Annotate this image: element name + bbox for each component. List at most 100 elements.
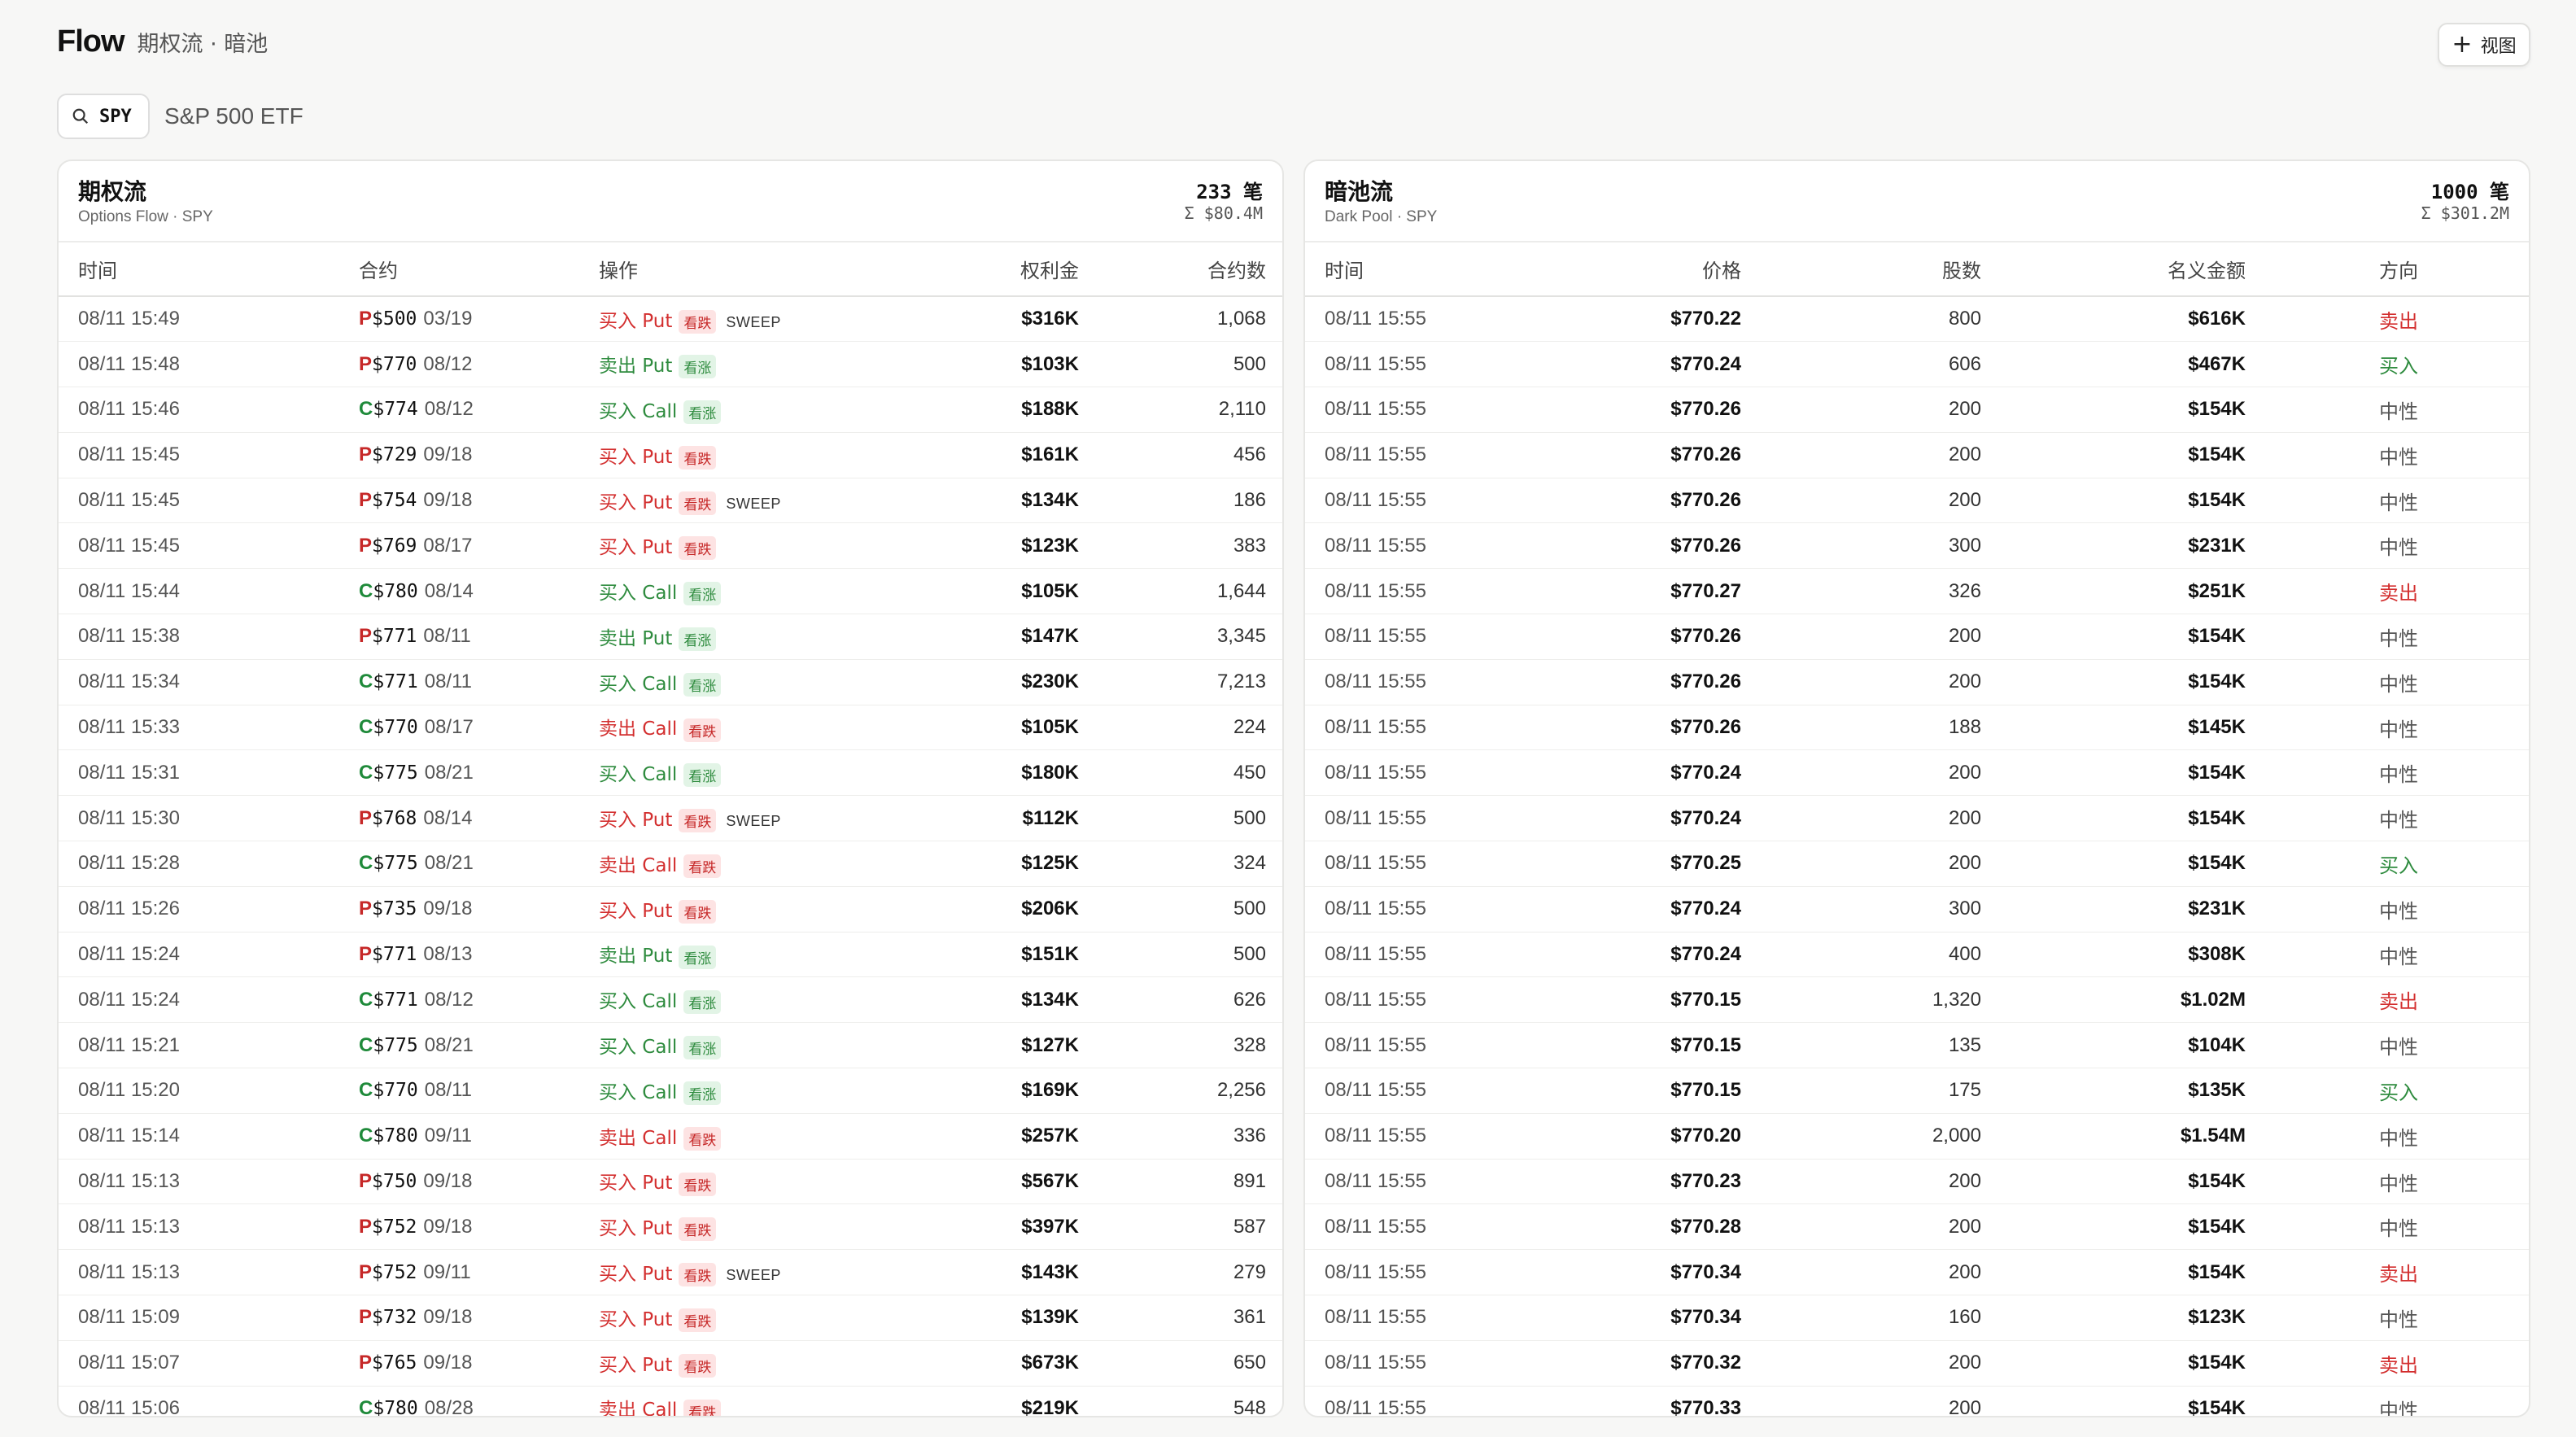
trade-direction: 中性: [2265, 886, 2529, 933]
table-row[interactable]: 08/11 15:55 $770.20 2,000 $1.54M 中性: [1305, 1113, 2529, 1160]
table-row[interactable]: 08/11 15:14 C$780 09/11 卖出 Call 看跌 $257K 336: [59, 1113, 1282, 1160]
expiry-date: 09/18: [423, 1170, 473, 1193]
table-row[interactable]: 08/11 15:07 P$765 09/18 买入 Put 看跌 $673K 650: [59, 1340, 1282, 1387]
col-header-time[interactable]: 时间: [1305, 242, 1582, 297]
table-row[interactable]: 08/11 15:55 $770.34 160 $123K 中性: [1305, 1295, 2529, 1341]
notional-value: $154K: [2001, 432, 2265, 478]
col-header-notional[interactable]: 名义金额: [2001, 242, 2265, 297]
search-icon: [72, 108, 89, 124]
sweep-label: SWEEP: [726, 1267, 781, 1284]
table-row[interactable]: 08/11 15:24 P$771 08/13 卖出 Put 看涨 $151K 500: [59, 932, 1282, 978]
table-row[interactable]: 08/11 15:55 $770.26 200 $154K 中性: [1305, 659, 2529, 705]
table-row[interactable]: 08/11 15:55 $770.24 400 $308K 中性: [1305, 932, 2529, 978]
table-row[interactable]: 08/11 15:13 P$752 09/11 买入 Put 看跌 SWEEP $143K 2…: [59, 1249, 1282, 1296]
table-row[interactable]: 08/11 15:45 P$754 09/18 买入 Put 看跌 SWEEP $134K 1…: [59, 478, 1282, 524]
notional-value: $1.02M: [2001, 976, 2265, 1024]
trade-direction: 中性: [2265, 1113, 2529, 1160]
col-header-action[interactable]: 操作: [579, 242, 937, 297]
premium-value: $567K: [937, 1159, 1098, 1205]
table-row[interactable]: 08/11 15:26 P$735 09/18 买入 Put 看跌 $206K 500: [59, 886, 1282, 933]
table-row[interactable]: 08/11 15:13 P$752 09/18 买入 Put 看跌 $397K 587: [59, 1203, 1282, 1251]
strike-price: $770: [372, 353, 417, 375]
contract-type: P: [359, 308, 373, 330]
strike-price: $768: [372, 807, 417, 829]
contracts-value: 2,110: [1098, 387, 1282, 433]
expiry-date: 08/28: [424, 1397, 474, 1417]
table-row[interactable]: 08/11 15:24 C$771 08/12 买入 Call 看涨 $134K 626: [59, 976, 1282, 1024]
col-header-price[interactable]: 价格: [1582, 242, 1761, 297]
table-row[interactable]: 08/11 15:30 P$768 08/14 买入 Put 看跌 SWEEP $112K 5…: [59, 795, 1282, 842]
trade-time: 08/11 15:45: [59, 432, 339, 478]
table-row[interactable]: 08/11 15:55 $770.32 200 $154K 卖出: [1305, 1340, 2529, 1387]
table-row[interactable]: 08/11 15:21 C$775 08/21 买入 Call 看涨 $127K 328: [59, 1022, 1282, 1069]
table-row[interactable]: 08/11 15:55 $770.22 800 $616K 卖出: [1305, 296, 2529, 343]
table-row[interactable]: 08/11 15:45 P$769 08/17 买入 Put 看跌 $123K 383: [59, 522, 1282, 570]
symbol-ticker: SPY: [99, 106, 132, 127]
trade-time: 08/11 15:55: [1305, 387, 1582, 433]
col-header-direction[interactable]: 方向: [2265, 242, 2529, 297]
table-row[interactable]: 08/11 15:55 $770.26 200 $154K 中性: [1305, 432, 2529, 478]
col-header-contract[interactable]: 合约: [339, 242, 579, 297]
col-header-premium[interactable]: 权利金: [937, 242, 1098, 297]
trade-direction: 中性: [2265, 387, 2529, 433]
table-row[interactable]: 08/11 15:55 $770.26 200 $154K 中性: [1305, 478, 2529, 524]
sentiment-badge: 看跌: [683, 718, 722, 742]
contracts-value: 891: [1098, 1159, 1282, 1205]
table-row[interactable]: 08/11 15:55 $770.26 200 $154K 中性: [1305, 387, 2529, 433]
contract-cell: C$780 08/28: [339, 1386, 579, 1417]
table-row[interactable]: 08/11 15:55 $770.26 200 $154K 中性: [1305, 614, 2529, 660]
table-row[interactable]: 08/11 15:55 $770.26 188 $145K 中性: [1305, 705, 2529, 751]
premium-value: $397K: [937, 1203, 1098, 1251]
trade-action: 卖出 Put: [599, 627, 673, 649]
table-row[interactable]: 08/11 15:09 P$732 09/18 买入 Put 看跌 $139K 361: [59, 1295, 1282, 1341]
table-row[interactable]: 08/11 15:55 $770.24 200 $154K 中性: [1305, 795, 2529, 842]
col-header-contracts[interactable]: 合约数: [1098, 242, 1282, 297]
trade-direction: 买入: [2265, 841, 2529, 887]
strike-price: $735: [372, 898, 417, 920]
table-row[interactable]: 08/11 15:46 C$774 08/12 买入 Call 看涨 $188K 2,110: [59, 387, 1282, 433]
table-row[interactable]: 08/11 15:55 $770.24 300 $231K 中性: [1305, 886, 2529, 933]
table-row[interactable]: 08/11 15:20 C$770 08/11 买入 Call 看涨 $169K 2,256: [59, 1068, 1282, 1114]
table-row[interactable]: 08/11 15:38 P$771 08/11 卖出 Put 看涨 $147K 3,345: [59, 614, 1282, 660]
table-row[interactable]: 08/11 15:48 P$770 08/12 卖出 Put 看涨 $103K 500: [59, 341, 1282, 388]
col-header-time[interactable]: 时间: [59, 242, 339, 297]
share-count: 400: [1761, 932, 2001, 978]
table-row[interactable]: 08/11 15:45 P$729 09/18 买入 Put 看跌 $161K 456: [59, 432, 1282, 478]
share-count: 200: [1761, 478, 2001, 524]
table-row[interactable]: 08/11 15:55 $770.25 200 $154K 买入: [1305, 841, 2529, 887]
table-row[interactable]: 08/11 15:55 $770.27 326 $251K 卖出: [1305, 568, 2529, 615]
table-row[interactable]: 08/11 15:31 C$775 08/21 买入 Call 看涨 $180K 450: [59, 749, 1282, 797]
add-view-button[interactable]: + 视图: [2438, 23, 2530, 67]
table-row[interactable]: 08/11 15:44 C$780 08/14 买入 Call 看涨 $105K 1,644: [59, 568, 1282, 615]
table-row[interactable]: 08/11 15:55 $770.34 200 $154K 卖出: [1305, 1249, 2529, 1296]
col-header-shares[interactable]: 股数: [1761, 242, 2001, 297]
action-cell: 买入 Call 看涨: [579, 568, 937, 615]
options-panel-subtitle: Options Flow · SPY: [78, 208, 213, 225]
table-row[interactable]: 08/11 15:55 $770.33 200 $154K 中性: [1305, 1386, 2529, 1416]
contract-type: C: [359, 1033, 373, 1056]
table-row[interactable]: 08/11 15:55 $770.23 200 $154K 中性: [1305, 1159, 2529, 1205]
table-row[interactable]: 08/11 15:28 C$775 08/21 卖出 Call 看跌 $125K 324: [59, 841, 1282, 887]
trade-time: 08/11 15:48: [59, 341, 339, 388]
table-row[interactable]: 08/11 15:55 $770.24 606 $467K 买入: [1305, 341, 2529, 388]
symbol-search-input[interactable]: SPY: [57, 94, 150, 139]
notional-value: $467K: [2001, 341, 2265, 388]
table-row[interactable]: 08/11 15:55 $770.15 175 $135K 买入: [1305, 1068, 2529, 1114]
trade-price: $770.15: [1582, 1068, 1761, 1114]
notional-value: $154K: [2001, 614, 2265, 660]
table-row[interactable]: 08/11 15:55 $770.15 1,320 $1.02M 卖出: [1305, 976, 2529, 1024]
table-row[interactable]: 08/11 15:33 C$770 08/17 卖出 Call 看跌 $105K 224: [59, 705, 1282, 751]
table-row[interactable]: 08/11 15:55 $770.26 300 $231K 中性: [1305, 522, 2529, 570]
table-row[interactable]: 08/11 15:13 P$750 09/18 买入 Put 看跌 $567K 891: [59, 1159, 1282, 1205]
trade-price: $770.22: [1582, 296, 1761, 343]
table-row[interactable]: 08/11 15:55 $770.28 200 $154K 中性: [1305, 1203, 2529, 1251]
contract-type: P: [359, 898, 373, 920]
table-row[interactable]: 08/11 15:55 $770.24 200 $154K 中性: [1305, 749, 2529, 797]
action-cell: 卖出 Call 看跌: [579, 1113, 937, 1160]
trade-direction: 卖出: [2265, 296, 2529, 343]
table-row[interactable]: 08/11 15:34 C$771 08/11 买入 Call 看涨 $230K 7,213: [59, 659, 1282, 705]
action-cell: 卖出 Call 看跌: [579, 705, 937, 751]
table-row[interactable]: 08/11 15:55 $770.15 135 $104K 中性: [1305, 1022, 2529, 1069]
table-row[interactable]: 08/11 15:06 C$780 08/28 卖出 Call 看跌 $219K 548: [59, 1386, 1282, 1417]
table-row[interactable]: 08/11 15:49 P$500 03/19 买入 Put 看跌 SWEEP $316K 1…: [59, 296, 1282, 343]
